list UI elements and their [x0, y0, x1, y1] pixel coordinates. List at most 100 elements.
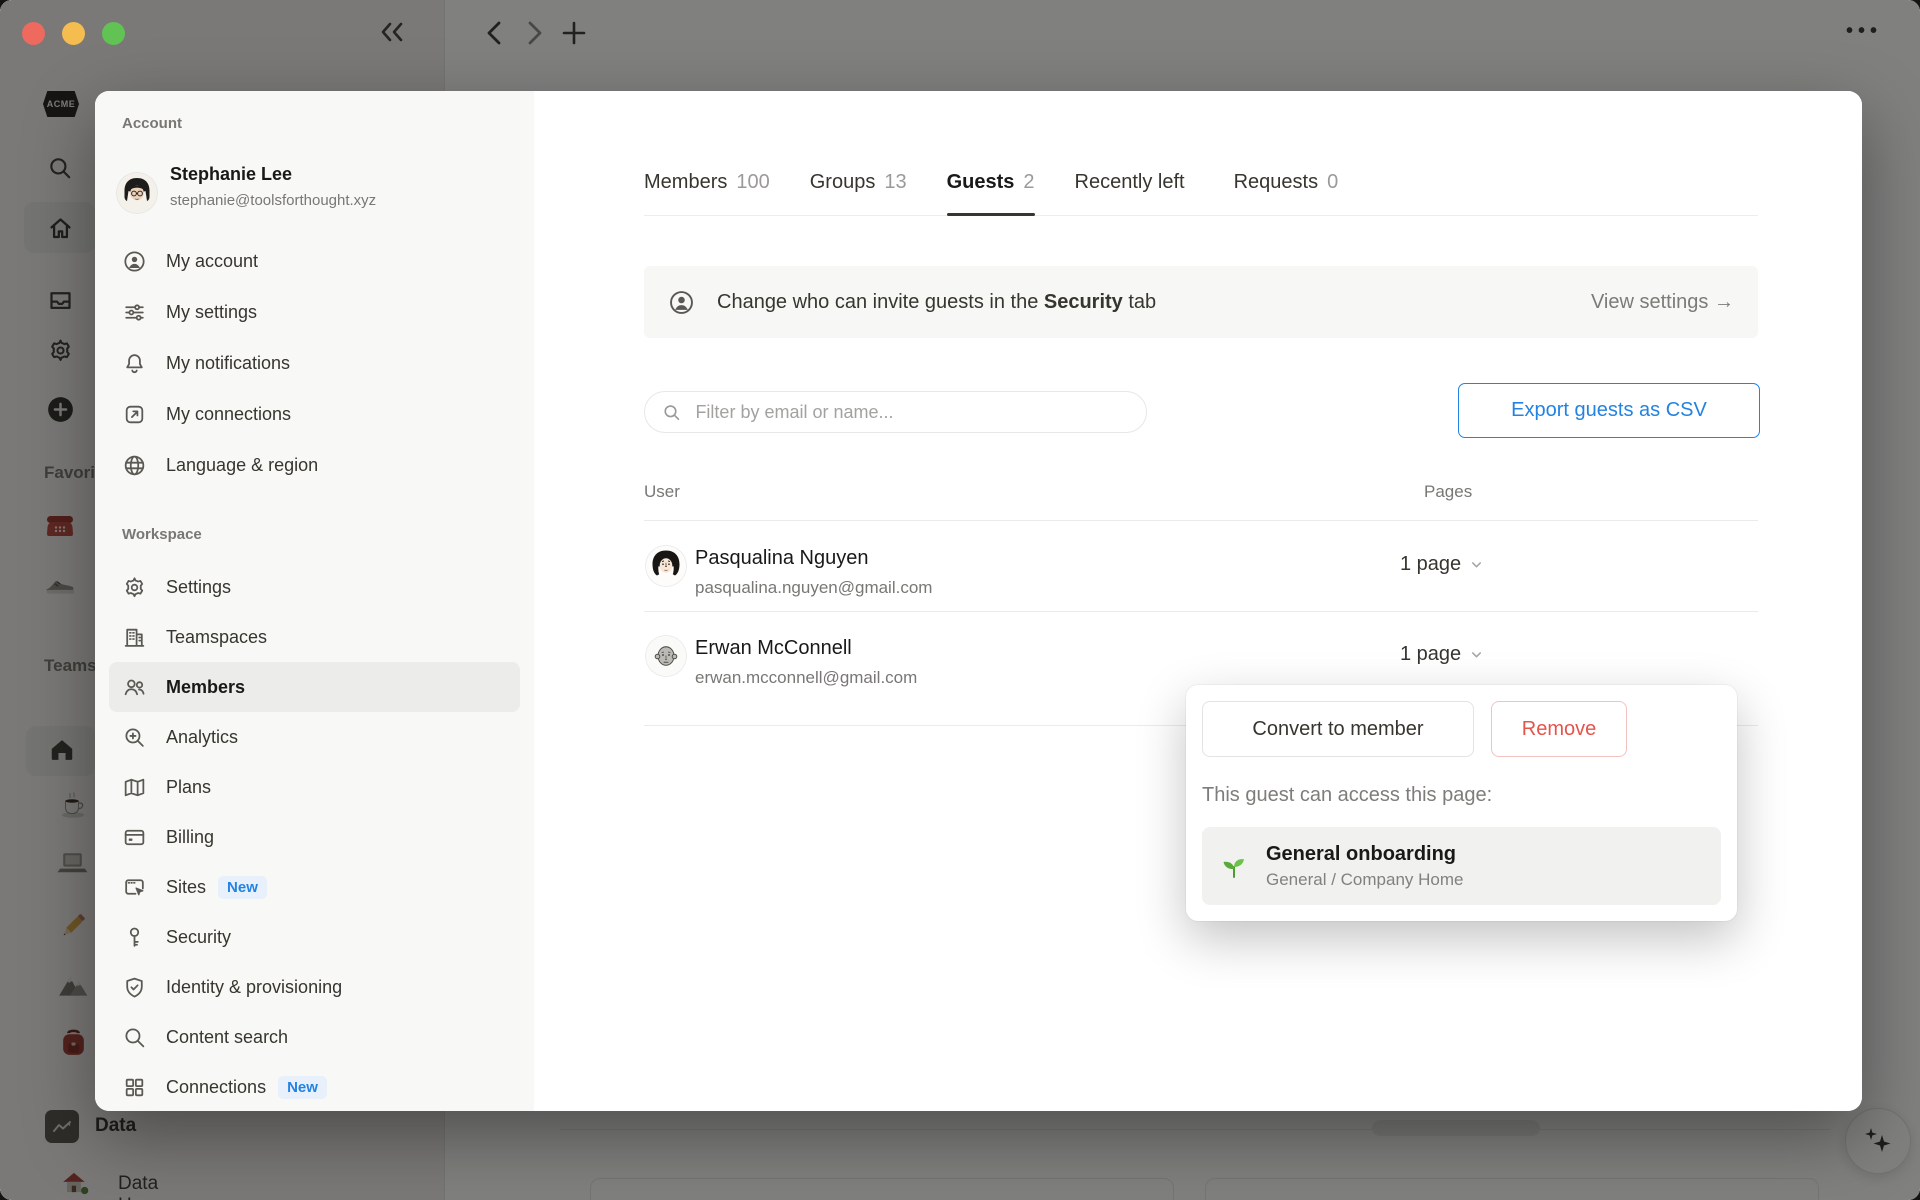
tab-label: Requests	[1233, 171, 1319, 193]
settings-modal: Account Stephanie Lee stephanie@toolsfor…	[95, 91, 1862, 1111]
close-window-button[interactable]	[22, 22, 45, 45]
popover-description: This guest can access this page:	[1202, 784, 1493, 806]
banner-text-bold: Security	[1043, 290, 1123, 313]
export-guests-csv-button[interactable]: Export guests as CSV	[1458, 383, 1760, 438]
person-circle-icon	[670, 290, 693, 314]
sidebar-item-label: Content search	[166, 1026, 289, 1047]
tab-label: Groups	[809, 171, 876, 193]
sidebar-item-members[interactable]: Members	[109, 662, 520, 712]
avatar	[646, 636, 686, 676]
grid-icon	[125, 1078, 144, 1096]
sidebar-item-label: My notifications	[166, 352, 291, 373]
people-icon	[124, 679, 145, 695]
banner-text: Change who can invite guests in the Secu…	[717, 291, 1156, 314]
person-circle-icon	[124, 250, 145, 272]
page-title: General onboarding	[1266, 842, 1457, 865]
view-settings-label: View settings	[1590, 290, 1709, 313]
sidebar-item-label: Teamspaces	[166, 626, 268, 647]
column-header-pages: Pages	[1424, 482, 1473, 501]
banner-text-suffix: tab	[1122, 290, 1157, 313]
shield-check-icon	[126, 977, 143, 997]
building-icon	[124, 628, 145, 647]
tab-count: 0	[1327, 171, 1339, 193]
sidebar-item-label: Identity & provisioning	[166, 976, 343, 997]
account-user-name: Stephanie Lee	[170, 164, 293, 184]
page-breadcrumb: General / Company Home	[1266, 869, 1464, 889]
sidebar-item-label: My connections	[166, 403, 292, 424]
tab-label: Guests	[946, 171, 1015, 193]
convert-to-member-button[interactable]: Convert to member	[1202, 701, 1474, 757]
sidebar-item-label: Sites	[166, 876, 207, 897]
arrow-right-icon: →	[1714, 290, 1734, 313]
sidebar-item-identity-provisioning[interactable]: Identity & provisioning	[109, 962, 520, 1012]
chevron-down-icon	[1472, 562, 1482, 568]
workspace-section-header: Workspace	[122, 526, 202, 543]
minimize-window-button[interactable]	[62, 22, 85, 45]
sidebar-item-label: Plans	[166, 776, 212, 797]
sidebar-item-my-notifications[interactable]: My notifications	[109, 338, 520, 388]
tab-label: Recently left	[1074, 171, 1185, 193]
tab-count: 100	[736, 171, 770, 193]
sidebar-item-my-account[interactable]: My account	[109, 236, 520, 286]
pages-dropdown[interactable]: 1 page	[1400, 643, 1484, 666]
sidebar-item-security[interactable]: Security	[109, 912, 520, 962]
sidebar-item-sites[interactable]: Sites New	[109, 862, 520, 912]
sidebar-item-settings[interactable]: Settings	[109, 562, 520, 612]
pages-dropdown[interactable]: 1 page	[1400, 553, 1484, 576]
sidebar-item-billing[interactable]: Billing	[109, 812, 520, 862]
view-settings-link[interactable]: View settings →	[1591, 291, 1734, 314]
arrow-out-icon	[125, 405, 144, 423]
tab-requests[interactable]: Requests 0	[1234, 91, 1339, 215]
credit-card-icon	[124, 829, 145, 845]
sidebar-item-label: Connections	[166, 1076, 267, 1097]
remove-guest-button[interactable]: Remove	[1491, 701, 1627, 757]
globe-icon	[124, 455, 145, 475]
sidebar-item-content-search[interactable]: Content search	[109, 1012, 520, 1062]
pages-count: 1 page	[1400, 643, 1462, 665]
table-divider	[644, 611, 1758, 612]
pages-count: 1 page	[1400, 553, 1462, 575]
chevron-down-icon	[1472, 652, 1482, 658]
sidebar-item-my-settings[interactable]: My settings	[109, 287, 520, 337]
invite-guests-banner: Change who can invite guests in the Secu…	[644, 266, 1758, 338]
window-controls	[22, 22, 125, 45]
sidebar-item-teamspaces[interactable]: Teamspaces	[109, 612, 520, 662]
bell-icon	[126, 353, 143, 373]
guest-name: Erwan McConnell	[695, 637, 852, 659]
sliders-icon	[125, 303, 144, 321]
zoom-in-icon	[125, 727, 144, 747]
tab-guests[interactable]: Guests 2	[946, 91, 1035, 216]
tab-count: 13	[884, 171, 907, 193]
sidebar-item-plans[interactable]: Plans	[109, 762, 520, 812]
avatar	[646, 546, 686, 586]
filter-input-wrap	[644, 391, 1147, 433]
zoom-window-button[interactable]	[102, 22, 125, 45]
tab-members[interactable]: Members 100	[644, 91, 770, 215]
sidebar-item-label: Members	[166, 676, 246, 697]
app-window: ••• ACME Favorites	[0, 0, 1920, 1200]
browser-icon	[125, 878, 144, 895]
avatar	[117, 173, 157, 213]
guest-email: erwan.mcconnell@gmail.com	[695, 668, 918, 687]
guest-email: pasqualina.nguyen@gmail.com	[695, 578, 933, 597]
table-divider	[644, 520, 1758, 521]
sidebar-item-connections[interactable]: Connections New	[109, 1062, 520, 1111]
tab-count: 2	[1023, 171, 1035, 193]
account-section-header: Account	[122, 115, 182, 132]
sidebar-item-label: Security	[166, 926, 232, 947]
search-icon	[664, 404, 680, 420]
members-tabs: Members 100 Groups 13 Guests 2 Recently lef…	[644, 91, 1758, 216]
tab-recently-left[interactable]: Recently left	[1075, 91, 1194, 215]
settings-content: Members 100 Groups 13 Guests 2 Recently lef…	[534, 91, 1862, 1111]
new-badge: New	[278, 1075, 327, 1099]
search-icon	[125, 1027, 145, 1047]
account-user-email: stephanie@toolsforthought.xyz	[170, 192, 377, 209]
sidebar-item-language-region[interactable]: Language & region	[109, 440, 520, 490]
filter-input[interactable]	[693, 400, 1138, 424]
sidebar-item-my-connections[interactable]: My connections	[109, 389, 520, 439]
accessible-page-item[interactable]: General onboarding General / Company Hom…	[1202, 827, 1721, 905]
tab-groups[interactable]: Groups 13	[810, 91, 907, 215]
sidebar-item-label: Settings	[166, 576, 232, 597]
gear-icon	[125, 576, 144, 597]
sidebar-item-analytics[interactable]: Analytics	[109, 712, 520, 762]
